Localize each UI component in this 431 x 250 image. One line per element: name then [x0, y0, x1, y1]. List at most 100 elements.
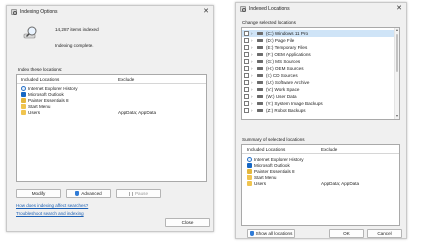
indexed-locations-window: Indexed Locations ✕ Change selected loca…: [235, 2, 407, 239]
summary-of-selected-locations-label: Summary of selected locations: [242, 137, 305, 142]
scroll-thumb[interactable]: [396, 34, 398, 72]
painter-icon: [247, 169, 252, 174]
window-title: Indexed Locations: [249, 5, 290, 12]
modify-button[interactable]: Modify: [16, 189, 61, 198]
ok-button[interactable]: OK: [329, 229, 364, 238]
show-all-locations-button[interactable]: Show all locations: [247, 229, 295, 238]
tree-item-label: (C:) Windows 11 Pro: [266, 31, 309, 36]
close-label: Close: [181, 220, 194, 225]
tree-item[interactable]: › (F:) OEM Applications: [242, 51, 394, 58]
tree-item[interactable]: › (C:) Windows 11 Pro: [242, 30, 394, 37]
location-name: Users: [254, 181, 266, 186]
indexing-status: Indexing complete.: [55, 43, 94, 48]
chevron-right-icon[interactable]: ›: [251, 58, 253, 65]
checkbox[interactable]: [244, 108, 249, 113]
chevron-right-icon[interactable]: ›: [251, 107, 253, 114]
tree-item-label: (W:) User Data: [266, 94, 297, 99]
column-included-locations[interactable]: Included Locations: [21, 77, 59, 82]
checkbox[interactable]: [244, 73, 249, 78]
indexing-options-app-icon: [11, 8, 17, 15]
scroll-up-icon[interactable]: ▲: [395, 28, 399, 33]
tree-item[interactable]: › (G:) MS Sources: [242, 58, 394, 65]
drive-icon: [257, 74, 263, 77]
tree-item-label: (Z:) Robot Backups: [266, 108, 306, 113]
close-icon[interactable]: ✕: [395, 5, 403, 13]
shield-icon: [249, 231, 254, 236]
checkbox[interactable]: [244, 38, 249, 43]
column-exclude[interactable]: Exclude: [321, 147, 337, 152]
magnifier-drive-icon: [23, 26, 37, 39]
chevron-right-icon[interactable]: ›: [251, 65, 253, 72]
checkbox[interactable]: [244, 31, 249, 36]
drive-icon: [257, 53, 263, 56]
checkbox[interactable]: [244, 80, 249, 85]
chevron-right-icon[interactable]: ›: [251, 44, 253, 51]
chevron-right-icon[interactable]: ›: [251, 51, 253, 58]
chevron-right-icon[interactable]: ›: [251, 86, 253, 93]
checkbox[interactable]: [244, 45, 249, 50]
folder-icon: [21, 110, 26, 115]
chevron-right-icon[interactable]: ›: [251, 30, 253, 37]
drive-icon: [257, 81, 263, 84]
chevron-right-icon[interactable]: ›: [251, 37, 253, 44]
drive-icon: [257, 95, 263, 98]
titlebar: Indexing Options: [7, 6, 213, 17]
list-item[interactable]: Users AppData; AppData: [17, 110, 206, 116]
close-button[interactable]: Close: [165, 218, 210, 227]
how-indexing-affects-link[interactable]: How does indexing affect searches?: [16, 203, 88, 208]
pause-button[interactable]: Pause: [116, 189, 161, 198]
tree-item[interactable]: › (H:) OEM Sources: [242, 65, 394, 72]
tree-item-label: (H:) OEM Sources: [266, 66, 304, 71]
tree-item[interactable]: › (Y:) System Image Backups: [242, 100, 394, 107]
tree-item[interactable]: › (U:) Software Archive: [242, 79, 394, 86]
checkbox[interactable]: [244, 52, 249, 57]
checkbox[interactable]: [244, 101, 249, 106]
tree-scrollbar[interactable]: ▲ ▼: [394, 28, 399, 119]
outlook-icon: [247, 163, 252, 168]
change-selected-locations-label: Change selected locations: [242, 20, 296, 25]
indexed-locations-app-icon: [240, 5, 246, 12]
checkbox[interactable]: [244, 66, 249, 71]
location-exclude: AppData; AppData: [321, 181, 360, 186]
checkbox[interactable]: [244, 94, 249, 99]
list-item[interactable]: Users AppData; AppData: [242, 181, 399, 187]
tree-item-label: (F:) OEM Applications: [266, 52, 311, 57]
tree-item[interactable]: › (E:) Temporary Files: [242, 44, 394, 51]
chevron-right-icon[interactable]: ›: [251, 100, 253, 107]
indexing-options-window: Indexing Options ✕ 14,287 items indexed …: [6, 5, 214, 232]
list-header: Included Locations Exclude: [17, 75, 206, 84]
advanced-button[interactable]: Advanced: [66, 189, 111, 198]
drive-icon: [257, 60, 263, 63]
tree-item-label: (D:) Page File: [266, 38, 295, 43]
tree-item[interactable]: › (Z:) Robot Backups: [242, 107, 394, 114]
summary-list[interactable]: Included Locations Exclude Internet Expl…: [241, 144, 400, 226]
chevron-right-icon[interactable]: ›: [251, 79, 253, 86]
location-exclude: AppData; AppData: [118, 110, 157, 115]
tree-item-label: (E:) Temporary Files: [266, 45, 308, 50]
titlebar: Indexed Locations: [236, 3, 406, 14]
chevron-right-icon[interactable]: ›: [251, 72, 253, 79]
cancel-button[interactable]: Cancel: [367, 229, 402, 238]
checkbox[interactable]: [244, 87, 249, 92]
scroll-down-icon[interactable]: ▼: [395, 114, 399, 119]
tree-item-label: (I:) CD Sources: [266, 73, 298, 78]
close-icon[interactable]: ✕: [202, 8, 210, 16]
tree-item[interactable]: › (I:) CD Sources: [242, 72, 394, 79]
chevron-right-icon[interactable]: ›: [251, 93, 253, 100]
checkbox[interactable]: [244, 59, 249, 64]
folder-icon: [247, 175, 252, 180]
tree-item[interactable]: › (W:) User Data: [242, 93, 394, 100]
locations-tree[interactable]: › (C:) Windows 11 Pro › (D:) Page File › (E…: [241, 27, 400, 120]
drive-icon: [257, 67, 263, 70]
modify-label: Modify: [31, 191, 46, 196]
pause-icon: [128, 191, 133, 196]
location-name: Users: [28, 110, 40, 115]
tree-item[interactable]: › (V:) Work Space: [242, 86, 394, 93]
tree-item[interactable]: › (D:) Page File: [242, 37, 394, 44]
folder-icon: [247, 181, 252, 186]
column-included-locations[interactable]: Included Locations: [247, 147, 285, 152]
column-exclude[interactable]: Exclude: [118, 77, 134, 82]
tree-item-label: (Y:) System Image Backups: [266, 101, 323, 106]
locations-list[interactable]: Included Locations Exclude Internet Expl…: [16, 74, 207, 182]
troubleshoot-link[interactable]: Troubleshoot search and indexing: [16, 211, 84, 216]
